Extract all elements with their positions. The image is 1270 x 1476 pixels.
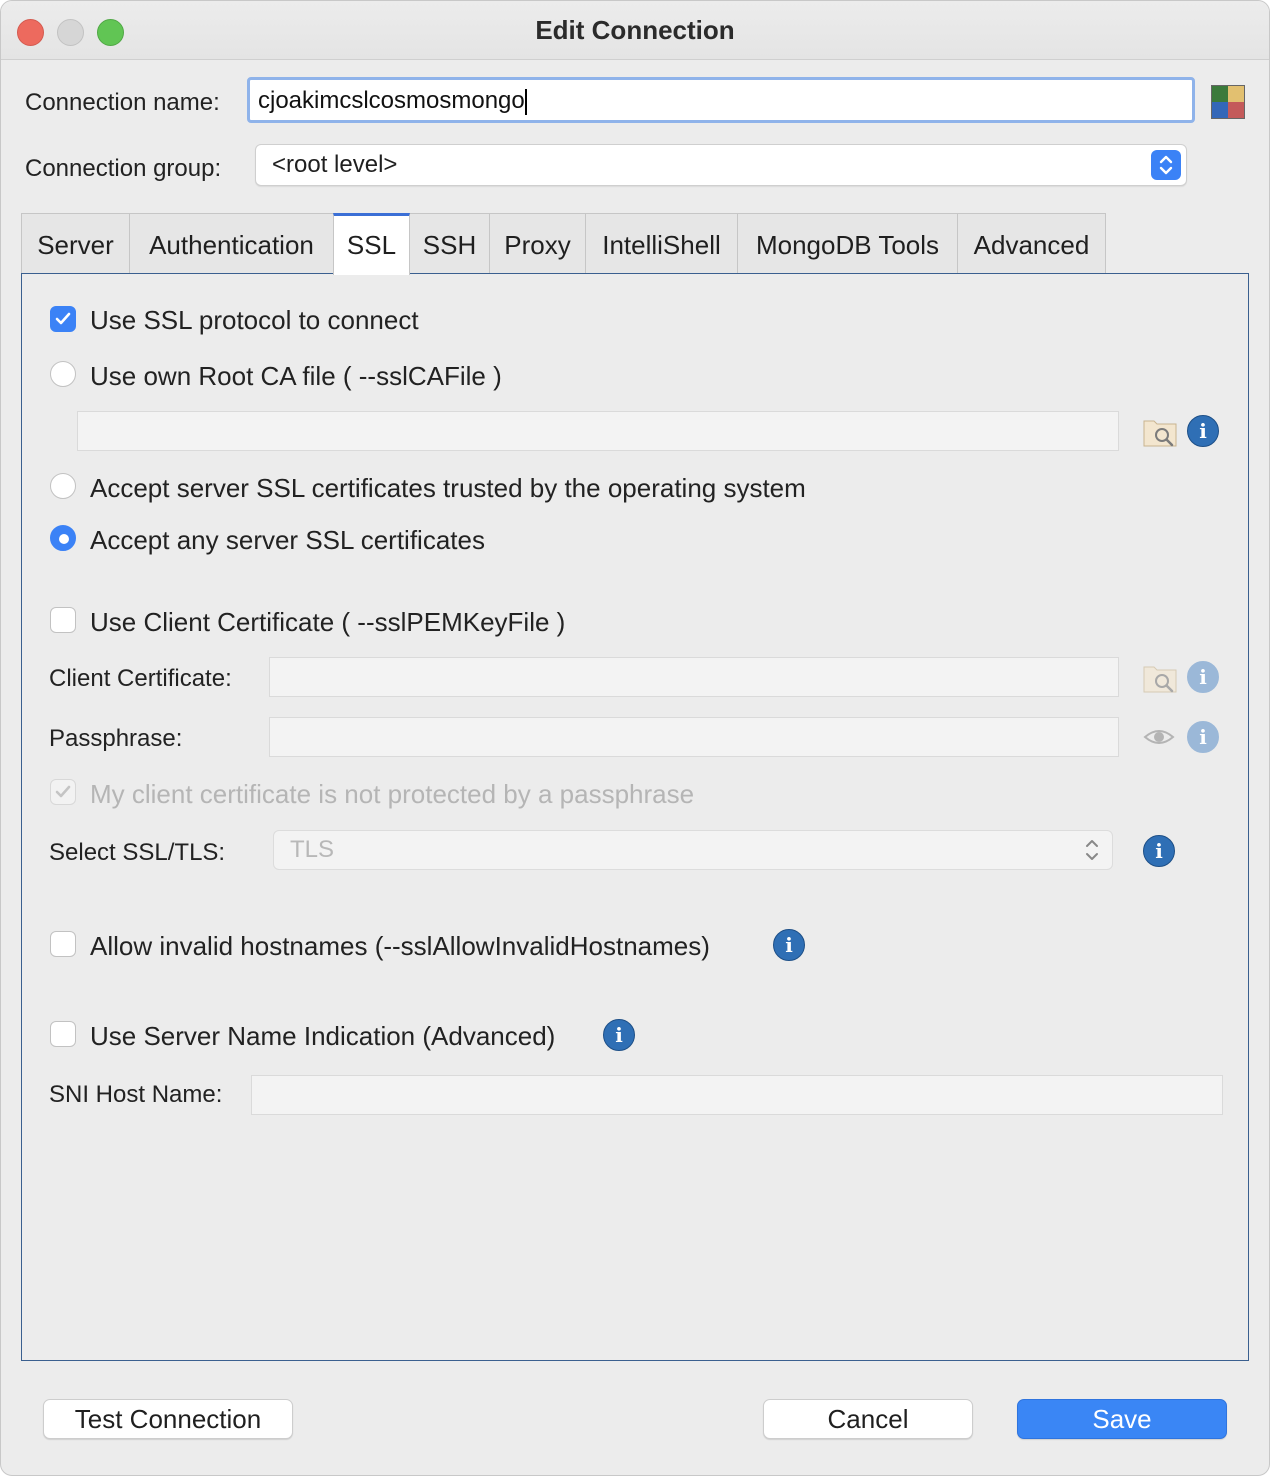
text-caret bbox=[524, 88, 527, 115]
tab-server[interactable]: Server bbox=[21, 213, 130, 273]
checkmark-icon bbox=[55, 785, 71, 798]
use-client-cert-label: Use Client Certificate ( --sslPEMKeyFile… bbox=[90, 607, 566, 637]
allow-invalid-hostnames-checkbox[interactable] bbox=[50, 931, 76, 957]
color-swatch bbox=[1212, 102, 1228, 118]
not-protected-checkbox[interactable] bbox=[50, 779, 76, 805]
connection-name-input[interactable]: cjoakimcslcosmosmongo bbox=[247, 77, 1195, 123]
root-ca-file-field[interactable] bbox=[77, 411, 1119, 451]
ssl-tls-select[interactable]: TLS bbox=[273, 830, 1113, 870]
tab-ssl[interactable]: SSL bbox=[333, 213, 410, 275]
save-button[interactable]: Save bbox=[1017, 1399, 1227, 1439]
color-swatch bbox=[1228, 102, 1244, 118]
connection-name-label: Connection name: bbox=[25, 89, 220, 116]
color-swatch bbox=[1212, 86, 1228, 102]
allow-invalid-hostnames-label: Allow invalid hostnames (--sslAllowInval… bbox=[90, 931, 710, 961]
cancel-button[interactable]: Cancel bbox=[763, 1399, 973, 1439]
ssl-tls-value: TLS bbox=[290, 836, 335, 863]
browse-folder-icon[interactable] bbox=[1143, 415, 1177, 447]
window-title: Edit Connection bbox=[535, 15, 735, 45]
connection-group-value: <root level> bbox=[272, 151, 398, 178]
sni-info-icon[interactable]: i bbox=[603, 1019, 635, 1051]
trusted-os-radio[interactable] bbox=[50, 473, 76, 499]
sni-host-field[interactable] bbox=[251, 1075, 1223, 1115]
tab-advanced[interactable]: Advanced bbox=[957, 213, 1106, 273]
tab-ssh[interactable]: SSH bbox=[409, 213, 490, 273]
passphrase-field[interactable] bbox=[269, 717, 1119, 757]
test-connection-button[interactable]: Test Connection bbox=[43, 1399, 293, 1439]
use-sni-label: Use Server Name Indication (Advanced) bbox=[90, 1021, 556, 1051]
ssl-tls-info-icon[interactable]: i bbox=[1143, 835, 1175, 867]
root-ca-radio[interactable] bbox=[50, 361, 76, 387]
root-ca-info-icon[interactable]: i bbox=[1187, 415, 1219, 447]
select-chevrons-icon bbox=[1084, 837, 1100, 864]
client-cert-field[interactable] bbox=[269, 657, 1119, 697]
not-protected-label: My client certificate is not protected b… bbox=[90, 779, 695, 809]
sni-host-label: SNI Host Name: bbox=[49, 1081, 223, 1108]
tab-authentication[interactable]: Authentication bbox=[129, 213, 334, 273]
browse-client-cert-icon[interactable] bbox=[1143, 661, 1177, 693]
passphrase-info-icon[interactable]: i bbox=[1187, 721, 1219, 753]
connection-name-value: cjoakimcslcosmosmongo bbox=[258, 87, 525, 114]
invalid-hostnames-info-icon[interactable]: i bbox=[773, 929, 805, 961]
accept-any-label: Accept any server SSL certificates bbox=[90, 525, 485, 555]
tab-mongodb-tools[interactable]: MongoDB Tools bbox=[737, 213, 958, 273]
use-ssl-checkbox[interactable] bbox=[50, 306, 76, 332]
select-tls-label: Select SSL/TLS: bbox=[49, 839, 226, 866]
trusted-os-label: Accept server SSL certificates trusted b… bbox=[90, 473, 806, 503]
connection-group-select[interactable]: <root level> bbox=[255, 144, 1187, 186]
select-chevrons-icon bbox=[1151, 150, 1181, 180]
color-swatch bbox=[1228, 86, 1244, 102]
use-client-cert-checkbox[interactable] bbox=[50, 607, 76, 633]
accept-any-radio[interactable] bbox=[50, 525, 76, 551]
use-ssl-label: Use SSL protocol to connect bbox=[90, 305, 419, 335]
tab-proxy[interactable]: Proxy bbox=[489, 213, 586, 273]
tab-intellishell[interactable]: IntelliShell bbox=[585, 213, 738, 273]
title-bar: Edit Connection bbox=[1, 1, 1269, 60]
show-password-eye-icon[interactable] bbox=[1143, 723, 1175, 751]
checkmark-icon bbox=[55, 312, 71, 325]
client-cert-label: Client Certificate: bbox=[49, 665, 232, 692]
connection-tabs: Server Authentication SSL SSH Proxy Inte… bbox=[21, 213, 1249, 275]
connection-color-picker[interactable] bbox=[1211, 85, 1245, 119]
root-ca-label: Use own Root CA file ( --sslCAFile ) bbox=[90, 361, 502, 391]
connection-group-label: Connection group: bbox=[25, 155, 222, 182]
edit-connection-window: Edit Connection Connection name: cjoakim… bbox=[0, 0, 1270, 1476]
passphrase-label: Passphrase: bbox=[49, 725, 183, 752]
client-cert-info-icon[interactable]: i bbox=[1187, 661, 1219, 693]
use-sni-checkbox[interactable] bbox=[50, 1021, 76, 1047]
